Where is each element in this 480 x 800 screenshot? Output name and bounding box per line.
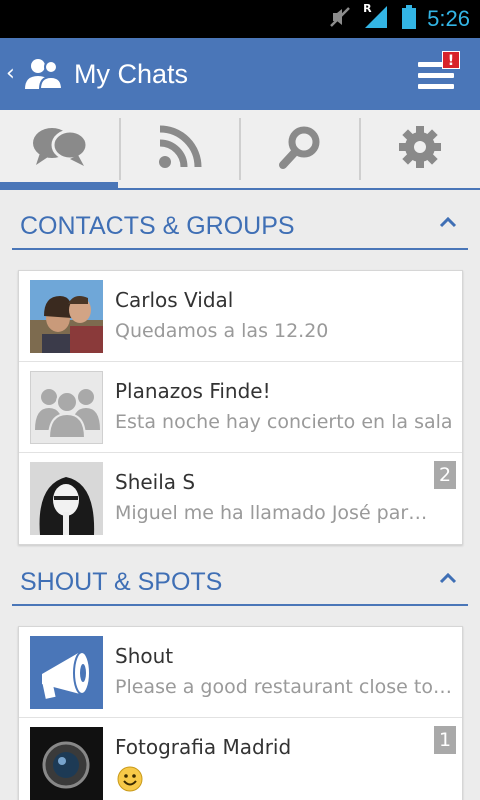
chat-row[interactable]: Fotografia Madrid 1 [19, 718, 462, 800]
last-message: Please a good restaurant close to… [115, 676, 452, 698]
mute-icon [327, 4, 353, 34]
contact-name: Planazos Finde! [115, 379, 271, 403]
megaphone-icon [30, 636, 103, 709]
contact-name: Carlos Vidal [115, 288, 234, 312]
clock: 5:26 [427, 6, 470, 31]
roaming-label: R [363, 2, 372, 15]
tab-search[interactable] [240, 110, 360, 188]
shouts-card: Shout Please a good restaurant close to…… [18, 626, 463, 800]
last-message: Miguel me ha llamado José par… [115, 502, 428, 524]
chat-row[interactable]: Sheila S Miguel me ha llamado José par… … [19, 453, 462, 544]
tab-bar [0, 110, 480, 190]
chat-bubbles-icon [30, 125, 90, 173]
smiley-emoji-icon [117, 766, 143, 792]
group-placeholder-icon [30, 371, 103, 444]
shouts-section-header[interactable]: SHOUT & SPOTS [12, 560, 468, 606]
battery-icon [401, 4, 417, 34]
contacts-card: Carlos Vidal Quedamos a las 12.20 Planaz… [18, 270, 463, 545]
chat-row[interactable]: Shout Please a good restaurant close to… [19, 627, 462, 718]
contacts-section-header[interactable]: CONTACTS & GROUPS [12, 204, 468, 250]
unread-count-badge: 2 [434, 461, 456, 489]
chat-row[interactable]: Carlos Vidal Quedamos a las 12.20 [19, 271, 462, 362]
back-chevron-icon[interactable]: ‹ [6, 62, 15, 86]
rss-feed-icon [158, 125, 202, 173]
contact-name: Sheila S [115, 470, 196, 494]
last-message: Esta noche hay concierto en la sala [115, 411, 453, 433]
avatar [30, 280, 103, 353]
menu-button[interactable]: ! [418, 51, 460, 94]
section-title: CONTACTS & GROUPS [20, 212, 295, 240]
chat-row[interactable]: Planazos Finde! Esta noche hay concierto… [19, 362, 462, 453]
tab-feed[interactable] [120, 110, 240, 188]
signal-icon: R [363, 2, 391, 34]
collapse-chevron-icon[interactable] [438, 212, 458, 236]
unread-count-badge: 1 [434, 726, 456, 754]
avatar [30, 727, 103, 800]
last-message: Quedamos a las 12.20 [115, 320, 329, 342]
action-bar: ‹ My Chats ! [0, 38, 480, 110]
page-title: My Chats [74, 59, 189, 89]
avatar [30, 462, 103, 535]
spot-name: Fotografia Madrid [115, 735, 292, 759]
status-bar: R 5:26 [0, 0, 480, 38]
spot-name: Shout [115, 644, 174, 668]
gear-icon [398, 125, 442, 173]
section-title: SHOUT & SPOTS [20, 568, 223, 596]
search-icon [278, 125, 322, 173]
people-icon[interactable] [24, 56, 64, 92]
tab-chats[interactable] [0, 110, 120, 188]
notification-badge: ! [442, 51, 460, 69]
tab-settings[interactable] [360, 110, 480, 188]
collapse-chevron-icon[interactable] [438, 568, 458, 592]
